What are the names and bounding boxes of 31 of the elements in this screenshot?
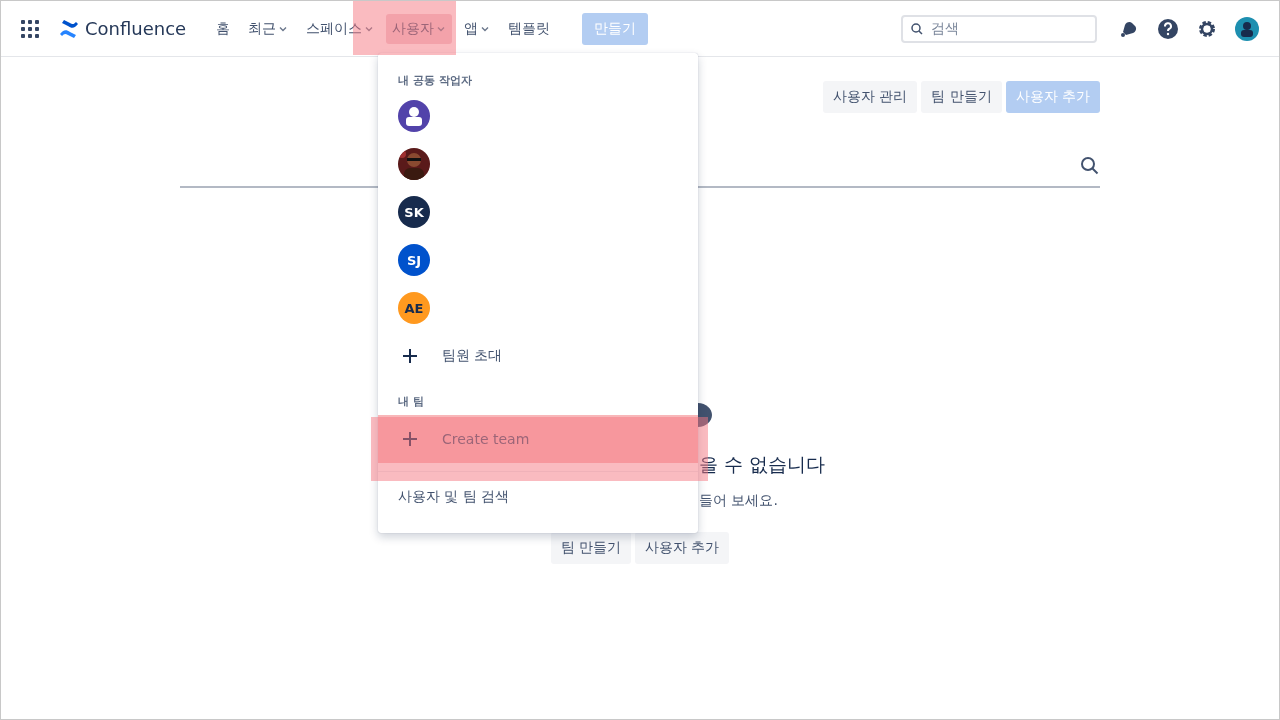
avatar[interactable]	[398, 100, 430, 132]
toolbar-button[interactable]: 팀 만들기	[921, 81, 1002, 113]
menu-link[interactable]: 사용자 및 팀 검색	[378, 471, 698, 522]
settings-icon[interactable]	[1197, 18, 1217, 39]
plus-icon	[402, 348, 418, 364]
nav-item[interactable]: 최근	[242, 13, 295, 44]
app-switcher-icon[interactable]	[21, 19, 39, 38]
nav-item[interactable]: 홈	[210, 13, 237, 44]
search-field[interactable]: 검색	[901, 14, 1097, 43]
section-heading: 내 팀	[397, 394, 425, 409]
profile-avatar-icon[interactable]	[1235, 16, 1259, 41]
toolbar-button[interactable]: 사용자 관리	[822, 81, 918, 113]
empty-state-button[interactable]: 사용자 추가	[635, 532, 730, 564]
logo-icon	[59, 18, 79, 39]
search-icon[interactable]	[1080, 156, 1100, 176]
nav-item[interactable]: 앱	[458, 13, 497, 44]
help-icon[interactable]	[1157, 17, 1179, 40]
avatar[interactable]: AE	[398, 292, 430, 324]
empty-state-text: 들어 보세요.	[699, 492, 778, 510]
search-icon	[911, 22, 923, 35]
avatar[interactable]: SJ	[398, 244, 430, 276]
illustration-drawing	[698, 403, 714, 427]
product-name: Confluence	[85, 18, 187, 39]
avatar[interactable]: SK	[398, 196, 430, 228]
nav-item[interactable]: 템플릿	[502, 13, 557, 44]
empty-state-title: 을 수 없습니다	[699, 452, 826, 477]
empty-state-button[interactable]: 팀 만들기	[550, 532, 631, 564]
nav-item[interactable]: 스페이스	[300, 13, 381, 44]
section-heading: 내 공동 작업자	[397, 73, 473, 88]
menu-item[interactable]: 팀원 초대	[378, 332, 698, 380]
plus-icon	[402, 431, 418, 447]
